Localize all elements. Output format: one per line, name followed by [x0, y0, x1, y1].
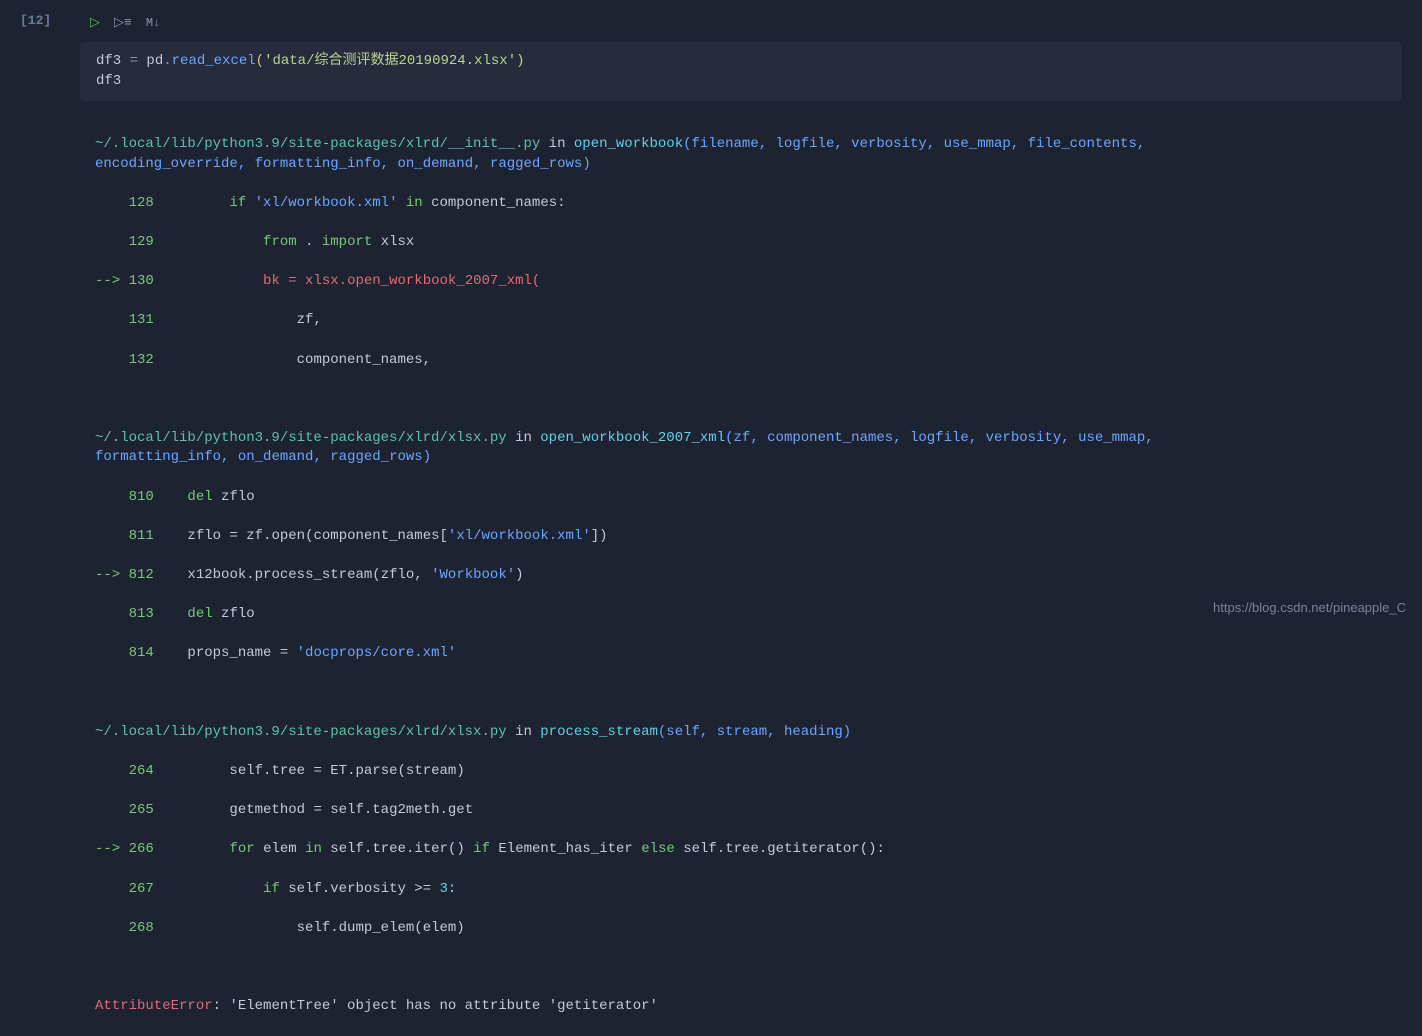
source-line: 811 zflo = zf.open(component_names['xl/w…	[95, 527, 1422, 547]
source-line: 128 if 'xl/workbook.xml' in component_na…	[95, 194, 1422, 214]
source-line: 268 self.dump_elem(elem)	[95, 919, 1422, 939]
source-line: 814 props_name = 'docprops/core.xml'	[95, 644, 1422, 664]
source-line: 131 zf,	[95, 311, 1422, 331]
current-line: --> 812 x12book.process_stream(zflo, 'Wo…	[95, 566, 1422, 586]
source-line: 129 from . import xlsx	[95, 233, 1422, 253]
watermark: https://blog.csdn.net/pineapple_C	[1213, 599, 1406, 617]
code-line: df3 = pd.read_excel('data/综合测评数据20190924…	[96, 52, 1386, 72]
traceback-frame: ~/.local/lib/python3.9/site-packages/xlr…	[95, 723, 1422, 743]
current-line: --> 130 bk = xlsx.open_workbook_2007_xml…	[95, 272, 1422, 292]
traceback-frame: ~/.local/lib/python3.9/site-packages/xlr…	[95, 135, 1422, 174]
notebook-cell: [12] ▷ ▷≡ M↓ df3 = pd.read_excel('data/综…	[0, 0, 1422, 101]
cell-toolbar: ▷ ▷≡ M↓	[80, 8, 1422, 38]
source-line: 265 getmethod = self.tag2meth.get	[95, 801, 1422, 821]
output-traceback: ~/.local/lib/python3.9/site-packages/xlr…	[0, 101, 1422, 1036]
source-line: 810 del zflo	[95, 488, 1422, 508]
traceback-frame: ~/.local/lib/python3.9/site-packages/xlr…	[95, 429, 1422, 468]
code-line: df3	[96, 72, 1386, 92]
source-line: 264 self.tree = ET.parse(stream)	[95, 762, 1422, 782]
run-by-line-icon[interactable]: ▷≡	[114, 14, 132, 32]
execution-count: [12]	[20, 8, 80, 101]
source-line: 132 component_names,	[95, 351, 1422, 371]
error-line: AttributeError: 'ElementTree' object has…	[95, 997, 1422, 1017]
source-line: 267 if self.verbosity >= 3:	[95, 880, 1422, 900]
current-line: --> 266 for elem in self.tree.iter() if …	[95, 840, 1422, 860]
run-icon[interactable]: ▷	[90, 14, 100, 32]
code-input-area[interactable]: df3 = pd.read_excel('data/综合测评数据20190924…	[80, 42, 1402, 101]
markdown-icon[interactable]: M↓	[146, 15, 160, 32]
